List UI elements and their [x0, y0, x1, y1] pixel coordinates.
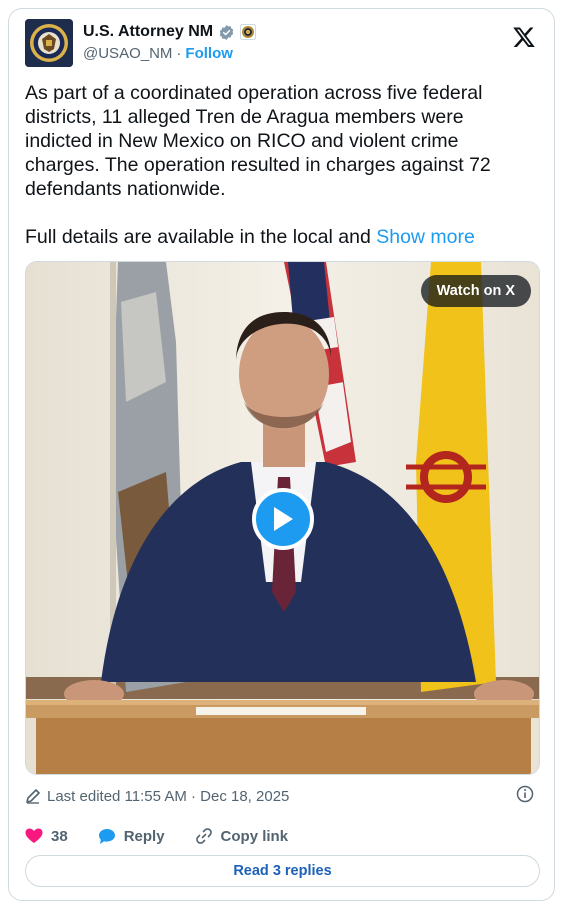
- heart-icon: [25, 828, 43, 843]
- info-icon[interactable]: [516, 785, 534, 803]
- post-card: U.S. Attorney NM @USAO_NM · Follow As pa…: [8, 8, 555, 901]
- post-paragraph-2: Full details are available in the local …: [25, 225, 535, 249]
- display-name[interactable]: U.S. Attorney NM: [83, 23, 213, 41]
- reply-label: Reply: [123, 827, 165, 845]
- link-icon: [195, 828, 212, 844]
- avatar[interactable]: [25, 19, 73, 67]
- play-icon: [274, 507, 293, 531]
- reply-button[interactable]: Reply: [98, 828, 165, 845]
- separator: ·: [176, 45, 182, 62]
- like-count: 38: [51, 827, 68, 845]
- copy-link-button[interactable]: Copy link: [195, 827, 289, 845]
- show-more-link[interactable]: Show more: [376, 226, 475, 248]
- video-player[interactable]: Watch on X: [25, 261, 540, 775]
- x-logo-icon[interactable]: [512, 25, 536, 49]
- name-row: U.S. Attorney NM: [83, 23, 257, 41]
- copy-link-label: Copy link: [220, 827, 289, 845]
- watch-on-x-button[interactable]: Watch on X: [420, 275, 531, 307]
- seal-avatar-icon: [25, 19, 73, 67]
- action-bar: 38 Reply Copy link: [25, 825, 538, 847]
- affiliate-badge-icon[interactable]: [240, 24, 257, 40]
- post-paragraph-1: As part of a coordinated operation acros…: [25, 82, 491, 200]
- pencil-icon: [26, 789, 40, 804]
- handle[interactable]: @USAO_NM: [83, 45, 172, 62]
- follow-button[interactable]: Follow: [185, 45, 233, 62]
- play-button[interactable]: [252, 488, 314, 550]
- post-header: U.S. Attorney NM @USAO_NM · Follow: [25, 19, 538, 71]
- read-replies-button[interactable]: Read 3 replies: [25, 855, 540, 887]
- edited-timestamp[interactable]: Last edited 11:55 AM · Dec 18, 2025: [47, 788, 289, 805]
- edit-meta: Last edited 11:55 AM · Dec 18, 2025: [25, 785, 538, 807]
- reply-bubble-icon: [98, 828, 115, 844]
- handle-row: @USAO_NM · Follow: [83, 45, 233, 62]
- post-paragraph-2-text: Full details are available in the local …: [25, 226, 377, 248]
- like-button[interactable]: 38: [25, 828, 68, 845]
- verified-badge-icon[interactable]: [218, 24, 235, 41]
- post-text: As part of a coordinated operation acros…: [25, 81, 535, 249]
